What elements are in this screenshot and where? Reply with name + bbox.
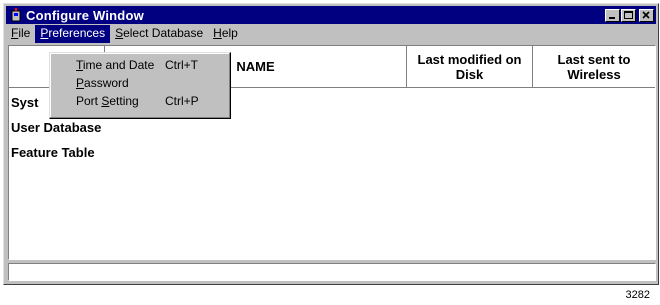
menu-preferences[interactable]: Preferences [35,25,111,43]
window-controls [604,8,654,22]
close-icon [642,10,650,19]
menu-preferences-label: references [48,26,106,40]
close-button[interactable] [639,8,654,22]
menu-item-password[interactable]: Password [50,74,230,92]
status-bar [8,263,656,281]
minimize-icon [609,16,615,19]
menu-item-accelerator: P [76,76,85,90]
menu-item-shortcut: Ctrl+T [165,58,198,72]
menu-help-label: elp [221,26,238,40]
minimize-button[interactable] [605,8,620,22]
menu-help[interactable]: Help [208,25,243,43]
column-header-last-sent[interactable]: Last sent to Wireless [533,46,655,88]
menu-item-shortcut: Ctrl+P [165,94,199,108]
menu-file-label: ile [18,26,31,40]
menu-select-database[interactable]: Select Database [110,25,208,43]
preferences-dropdown-menu: Time and Date Ctrl+T Password Port Setti… [49,52,231,119]
table-row[interactable]: Feature Table [11,140,101,165]
menu-item-label: etting [109,94,139,108]
menu-item-label-prefix: Port [76,94,102,108]
maximize-button[interactable] [621,8,636,22]
window-title: Configure Window [26,7,144,23]
menu-bar: File Preferences Select Database Help [6,25,656,43]
menu-help-accelerator: H [213,26,222,40]
column-header-last-modified[interactable]: Last modified on Disk [407,46,533,88]
menu-item-time-and-date[interactable]: Time and Date Ctrl+T [50,56,230,74]
menu-item-label: assword [84,76,129,90]
menu-select-database-label: elect Database [123,26,204,40]
menu-item-label: ime and Date [82,58,155,72]
app-icon[interactable] [9,8,23,22]
menu-select-database-accelerator: S [115,26,124,40]
menu-item-accelerator: T [76,58,83,72]
menu-item-port-setting[interactable]: Port Setting Ctrl+P [50,92,230,110]
maximize-icon [624,10,633,19]
menu-file[interactable]: File [6,25,35,43]
title-bar[interactable]: Configure Window [6,6,656,24]
figure-number: 3282 [625,289,650,301]
configure-window: Configure Window File Preferences Select… [3,3,659,285]
